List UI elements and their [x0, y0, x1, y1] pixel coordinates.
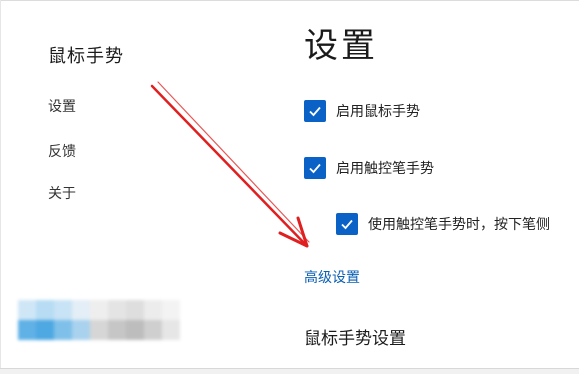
advanced-settings-link[interactable]: 高级设置: [304, 267, 360, 287]
pen-button-option[interactable]: 使用触控笔手势时，按下笔侧: [336, 213, 550, 235]
page-title: 设置: [304, 26, 378, 66]
checkmark-icon: [309, 106, 321, 117]
sidebar-item-settings[interactable]: 设置: [48, 96, 76, 116]
pen-button-label: 使用触控笔手势时，按下笔侧: [368, 217, 550, 233]
mouse-gesture-settings-heading: 鼠标手势设置: [304, 329, 406, 349]
enable-pen-gesture-label: 启用触控笔手势: [336, 161, 434, 177]
sidebar-item-feedback[interactable]: 反馈: [48, 141, 76, 161]
pen-button-checkbox[interactable]: [336, 213, 358, 235]
enable-mouse-gesture-checkbox[interactable]: [304, 100, 326, 122]
app-title: 鼠标手势: [48, 46, 124, 67]
enable-pen-gesture-option[interactable]: 启用触控笔手势: [304, 157, 434, 179]
enable-mouse-gesture-option[interactable]: 启用鼠标手势: [304, 100, 420, 122]
window-top-border: [0, 0, 579, 1]
sidebar-item-about[interactable]: 关于: [48, 183, 76, 203]
blurred-region: [18, 300, 180, 340]
window-bottom-edge: [0, 368, 579, 374]
enable-mouse-gesture-label: 启用鼠标手势: [336, 104, 420, 120]
checkmark-icon: [309, 163, 321, 174]
window-left-border: [0, 0, 1, 373]
checkmark-icon: [341, 219, 353, 230]
enable-pen-gesture-checkbox[interactable]: [304, 157, 326, 179]
